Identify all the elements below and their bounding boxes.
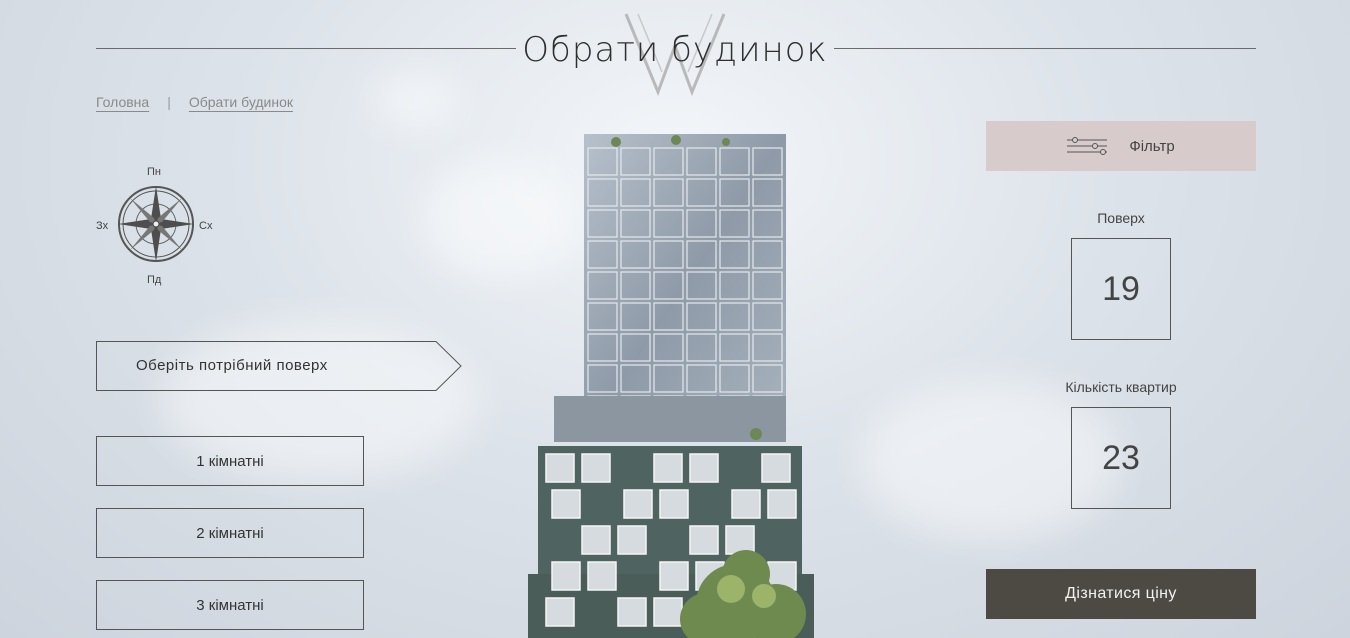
podium-window	[623, 489, 653, 519]
podium-window	[761, 453, 791, 483]
filter-label: Фільтр	[1129, 137, 1175, 155]
podium-window	[587, 561, 617, 591]
podium-window	[689, 525, 719, 555]
podium-window	[689, 453, 719, 483]
podium-window	[551, 489, 581, 519]
podium-window	[617, 525, 647, 555]
compass-west-label: Зх	[96, 220, 109, 232]
compass: Пн Пд Зх Сх	[94, 164, 218, 288]
podium-window	[653, 597, 683, 627]
compass-east-label: Сх	[199, 220, 213, 232]
breadcrumb-separator: |	[167, 94, 171, 110]
apartments-count-label: Кількість квартир	[1065, 379, 1177, 395]
podium-window	[659, 561, 689, 591]
apartments-count-value: 23	[1071, 407, 1171, 509]
podium-window	[653, 453, 683, 483]
podium-window	[545, 453, 575, 483]
podium-window	[581, 453, 611, 483]
background-cloud	[370, 70, 460, 130]
compass-rose-icon	[118, 186, 194, 262]
podium-window	[731, 489, 761, 519]
filter-button[interactable]: Фільтр	[986, 121, 1256, 171]
podium-window	[617, 597, 647, 627]
breadcrumb: Головна | Обрати будинок	[96, 94, 293, 110]
floor-label: Поверх	[1097, 210, 1145, 226]
rooms-3-button[interactable]: 3 кімнатні	[96, 580, 364, 630]
podium-window	[767, 489, 797, 519]
breadcrumb-home-link[interactable]: Головна	[96, 94, 149, 110]
compass-south-label: Пд	[147, 274, 162, 286]
get-price-button[interactable]: Дізнатися ціну	[986, 569, 1256, 619]
podium-window	[545, 597, 575, 627]
podium-window	[659, 489, 689, 519]
breadcrumb-current-link[interactable]: Обрати будинок	[189, 94, 293, 110]
podium-window	[581, 525, 611, 555]
sliders-icon	[1067, 137, 1108, 155]
rooms-2-button[interactable]: 2 кімнатні	[96, 508, 364, 558]
floor-value: 19	[1071, 238, 1171, 340]
rooms-1-button[interactable]: 1 кімнатні	[96, 436, 364, 486]
floor-select-button[interactable]: Оберіть потрібний поверх	[96, 341, 462, 391]
floor-select-label: Оберіть потрібний поверх	[136, 357, 328, 374]
compass-north-label: Пн	[147, 166, 161, 178]
podium-window	[551, 561, 581, 591]
building-image[interactable]	[526, 134, 816, 638]
podium-window	[725, 525, 755, 555]
page-title: Обрати будинок	[522, 30, 828, 70]
